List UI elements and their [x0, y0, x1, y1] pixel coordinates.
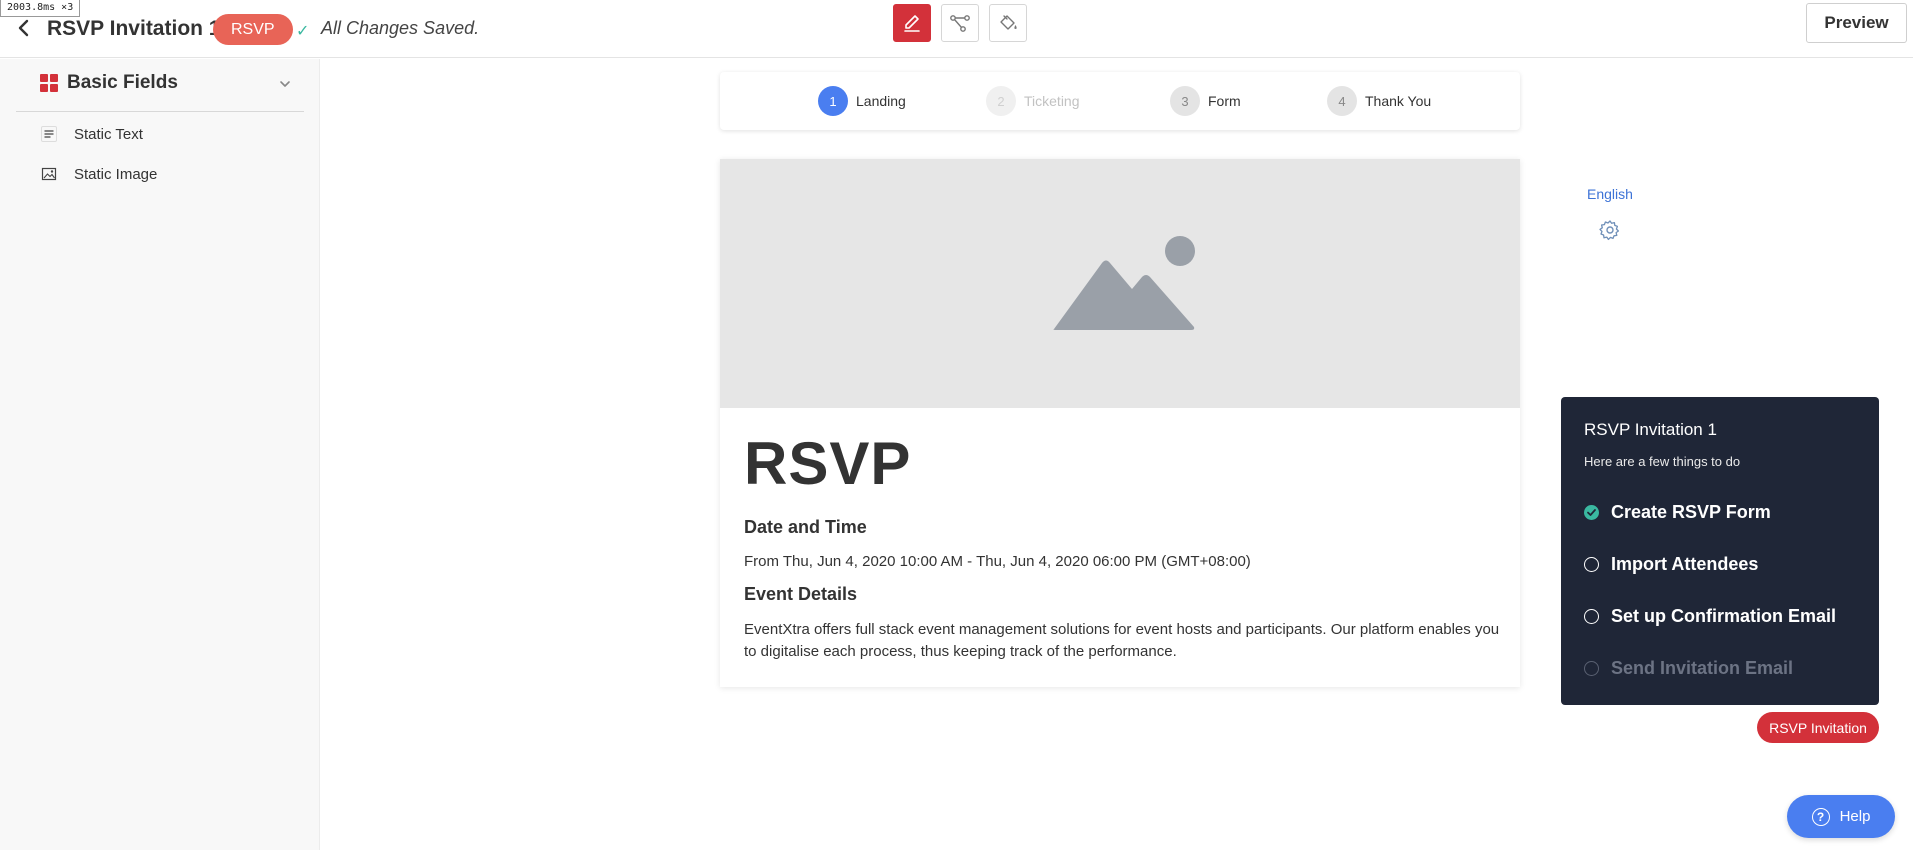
step-label: Thank You	[1365, 93, 1432, 109]
page-stepper: 1 Landing 2 Ticketing 3 Form 4 Thank You	[720, 72, 1520, 130]
back-button[interactable]	[14, 16, 34, 40]
preview-button[interactable]: Preview	[1806, 3, 1907, 43]
step-number: 4	[1327, 86, 1357, 116]
landing-heading[interactable]: RSVP	[744, 429, 911, 498]
step-ticketing: 2 Ticketing	[986, 86, 1080, 116]
question-mark-icon: ?	[1811, 807, 1830, 826]
theme-mode-button[interactable]	[989, 4, 1027, 42]
step-number: 2	[986, 86, 1016, 116]
help-button[interactable]: ? Help	[1787, 795, 1895, 838]
event-details-text[interactable]: EventXtra offers full stack event manage…	[744, 619, 1504, 663]
step-label: Landing	[856, 93, 906, 109]
checklist-item-label: Import Attendees	[1611, 553, 1759, 574]
checklist-item-import-attendees[interactable]: Import Attendees	[1584, 551, 1758, 577]
step-form[interactable]: 3 Form	[1170, 86, 1241, 116]
radio-empty-icon	[1584, 608, 1599, 624]
sidebar-item-static-text[interactable]: Static Text	[40, 119, 143, 149]
step-label: Ticketing	[1024, 93, 1080, 109]
step-landing[interactable]: 1 Landing	[818, 86, 906, 116]
type-badge: RSVP	[213, 14, 293, 45]
step-label: Form	[1208, 93, 1241, 109]
sidebar-item-label: Static Image	[74, 165, 158, 183]
flow-icon	[950, 15, 970, 32]
save-status: All Changes Saved.	[321, 18, 480, 38]
checklist-item-create-rsvp-form[interactable]: Create RSVP Form	[1584, 499, 1771, 525]
checklist-subtitle: Here are a few things to do	[1584, 454, 1741, 469]
paint-bucket-icon	[1000, 15, 1017, 30]
date-time-heading: Date and Time	[744, 517, 867, 537]
debug-timing-label: 2003.8ms ×3	[0, 0, 81, 17]
language-link[interactable]: English	[1587, 186, 1633, 202]
gear-icon[interactable]	[1599, 219, 1621, 241]
section-title: Basic Fields	[67, 72, 178, 93]
pencil-icon	[904, 15, 920, 32]
image-placeholder-icon	[1053, 236, 1195, 330]
page-title: RSVP Invitation 1	[47, 17, 221, 40]
sidebar-item-label: Static Text	[74, 125, 143, 143]
checklist-item-label: Set up Confirmation Email	[1611, 605, 1837, 626]
hero-image-placeholder[interactable]	[720, 159, 1520, 408]
basic-fields-header[interactable]: Basic Fields	[16, 59, 304, 112]
landing-page-card: RSVP Date and Time From Thu, Jun 4, 2020…	[720, 159, 1520, 687]
step-thank-you[interactable]: 4 Thank You	[1327, 86, 1431, 116]
top-bar: RSVP Invitation 1 RSVP ✓ All Changes Sav…	[0, 0, 1913, 58]
checklist-item-send-invitation-email: Send Invitation Email	[1584, 655, 1793, 681]
chevron-down-icon	[280, 81, 290, 87]
onboarding-checklist: RSVP Invitation 1 Here are a few things …	[1561, 397, 1879, 705]
grid-icon	[40, 74, 58, 92]
event-details-heading: Event Details	[744, 584, 858, 604]
checklist-item-label: Create RSVP Form	[1611, 501, 1771, 522]
sidebar-item-static-image[interactable]: Static Image	[40, 159, 157, 189]
flow-mode-button[interactable]	[941, 4, 979, 42]
help-label: Help	[1839, 808, 1871, 825]
step-number: 1	[818, 86, 848, 116]
text-lines-icon	[40, 125, 58, 143]
image-icon	[40, 165, 58, 183]
radio-empty-icon	[1584, 660, 1599, 676]
radio-empty-icon	[1584, 556, 1599, 572]
checkbox-checked-icon	[1584, 504, 1599, 520]
field-sidebar: Basic Fields Static Text Static Image	[0, 59, 320, 850]
checkmark-icon: ✓	[296, 23, 310, 40]
edit-mode-button[interactable]	[893, 4, 931, 42]
checklist-item-label: Send Invitation Email	[1611, 657, 1794, 678]
date-time-value: From Thu, Jun 4, 2020 10:00 AM - Thu, Ju…	[744, 553, 1251, 570]
step-number: 3	[1170, 86, 1200, 116]
checklist-item-confirmation-email[interactable]: Set up Confirmation Email	[1584, 603, 1836, 629]
checklist-toggle-button[interactable]: RSVP Invitation	[1757, 712, 1879, 743]
checklist-title: RSVP Invitation 1	[1584, 420, 1717, 439]
chevron-left-icon	[18, 19, 29, 37]
